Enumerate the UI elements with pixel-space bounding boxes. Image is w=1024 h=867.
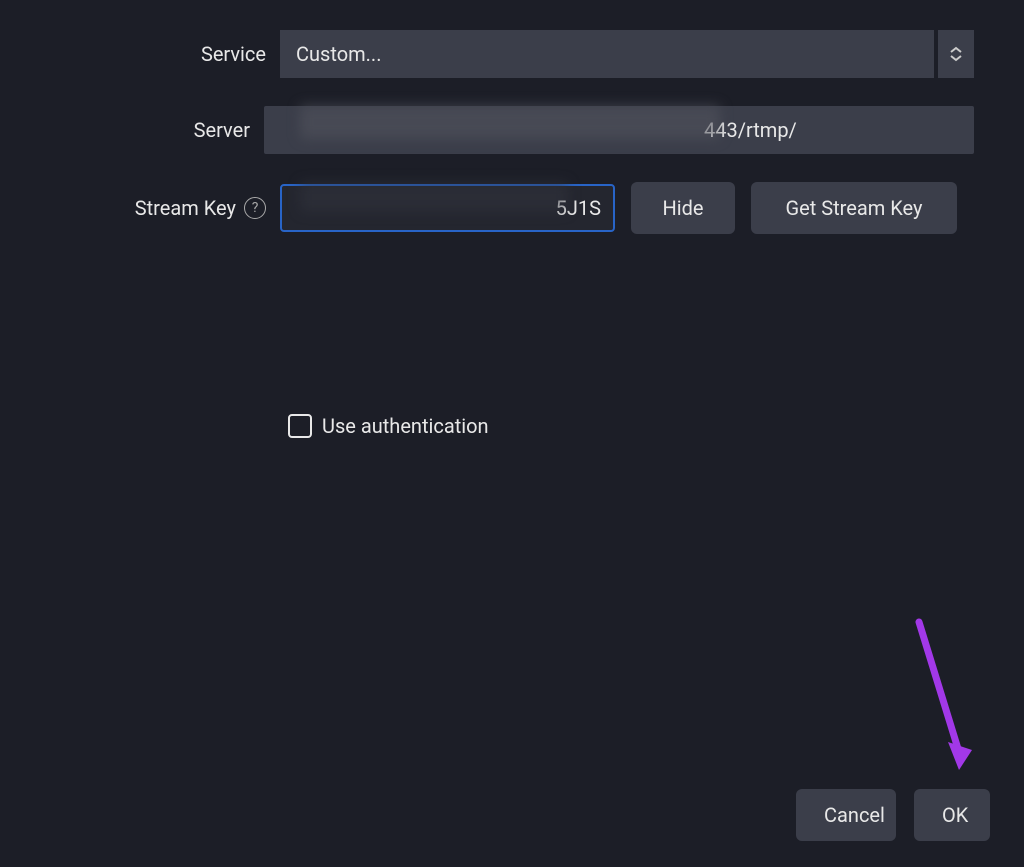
cancel-button[interactable]: Cancel [796,789,896,841]
ok-button[interactable]: OK [914,789,990,841]
annotation-arrow-icon [864,612,984,787]
server-label: Server [194,118,250,142]
hide-button[interactable]: Hide [631,182,735,234]
redacted-server-text [300,105,720,139]
stream-key-label: Stream Key [135,196,236,220]
service-dropdown-value: Custom... [280,30,934,78]
dropdown-stepper-icon[interactable] [938,30,974,78]
use-auth-label: Use authentication [322,414,489,438]
use-auth-checkbox[interactable] [288,414,312,438]
service-dropdown[interactable]: Custom... [280,30,974,78]
help-icon[interactable]: ? [244,197,266,219]
get-stream-key-button[interactable]: Get Stream Key [751,182,957,234]
service-label: Service [201,42,266,66]
redacted-key-text [300,182,568,212]
